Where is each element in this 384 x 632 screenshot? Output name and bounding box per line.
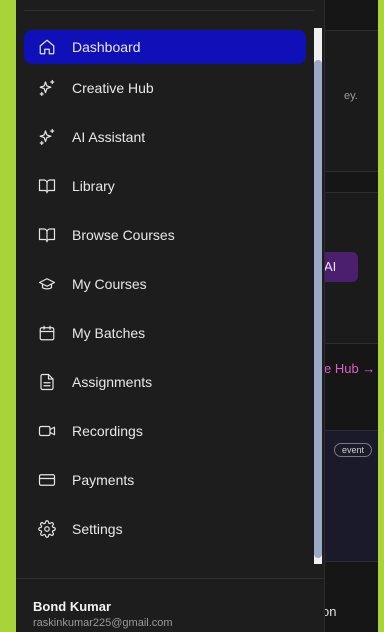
user-profile[interactable]: Bond Kumar raskinkumar225@gmail.com [16,578,324,632]
sidebar-item-ai-assistant[interactable]: AI Assistant [24,120,306,154]
sidebar-item-library[interactable]: Library [24,169,306,203]
background-text: ey. [344,90,358,102]
sidebar-item-dashboard[interactable]: Dashboard [24,30,306,64]
background-badge: event [334,443,373,457]
sidebar-item-label: My Courses [72,276,147,292]
home-icon [37,37,57,57]
file-text-icon [37,372,57,392]
sparkles-icon [37,78,57,98]
sidebar-item-label: Browse Courses [72,227,175,243]
sidebar-item-recordings[interactable]: Recordings [24,414,306,448]
book-open-icon [37,225,57,245]
calendar-icon [37,323,57,343]
sidebar-item-label: Settings [72,521,123,537]
nav-scrollbar[interactable] [312,28,324,564]
sidebar-item-settings[interactable]: Settings [24,512,306,546]
app-screen: ey. AI e Hub → event on Dashboard Creati… [16,0,378,632]
credit-card-icon [37,470,57,490]
divider [24,10,314,11]
sidebar-item-label: Payments [72,472,135,488]
sidebar-item-my-courses[interactable]: My Courses [24,267,306,301]
navigation-drawer: Dashboard Creative Hub AI Assistant Libr… [16,0,325,632]
scrollbar-thumb[interactable] [314,60,322,558]
sidebar-item-creative-hub[interactable]: Creative Hub [24,71,306,105]
graduation-cap-icon [37,274,57,294]
sidebar-item-my-batches[interactable]: My Batches [24,316,306,350]
sidebar-item-label: Dashboard [72,39,141,55]
sidebar-item-assignments[interactable]: Assignments [24,365,306,399]
sparkles-icon [37,127,57,147]
user-name: Bond Kumar [33,599,111,614]
sidebar-nav: Dashboard Creative Hub AI Assistant Libr… [16,0,324,578]
user-email: raskinkumar225@gmail.com [33,617,173,629]
sidebar-item-label: AI Assistant [72,129,146,145]
background-link: e Hub → [324,361,376,376]
sidebar-item-label: My Batches [72,325,146,341]
sidebar-item-label: Assignments [72,374,153,390]
sidebar-item-label: Recordings [72,423,143,439]
video-icon [37,421,57,441]
gear-icon [37,519,57,539]
book-open-icon [37,176,57,196]
sidebar-item-payments[interactable]: Payments [24,463,306,497]
sidebar-item-label: Library [72,178,115,194]
sidebar-item-browse-courses[interactable]: Browse Courses [24,218,306,252]
sidebar-item-label: Creative Hub [72,80,154,96]
